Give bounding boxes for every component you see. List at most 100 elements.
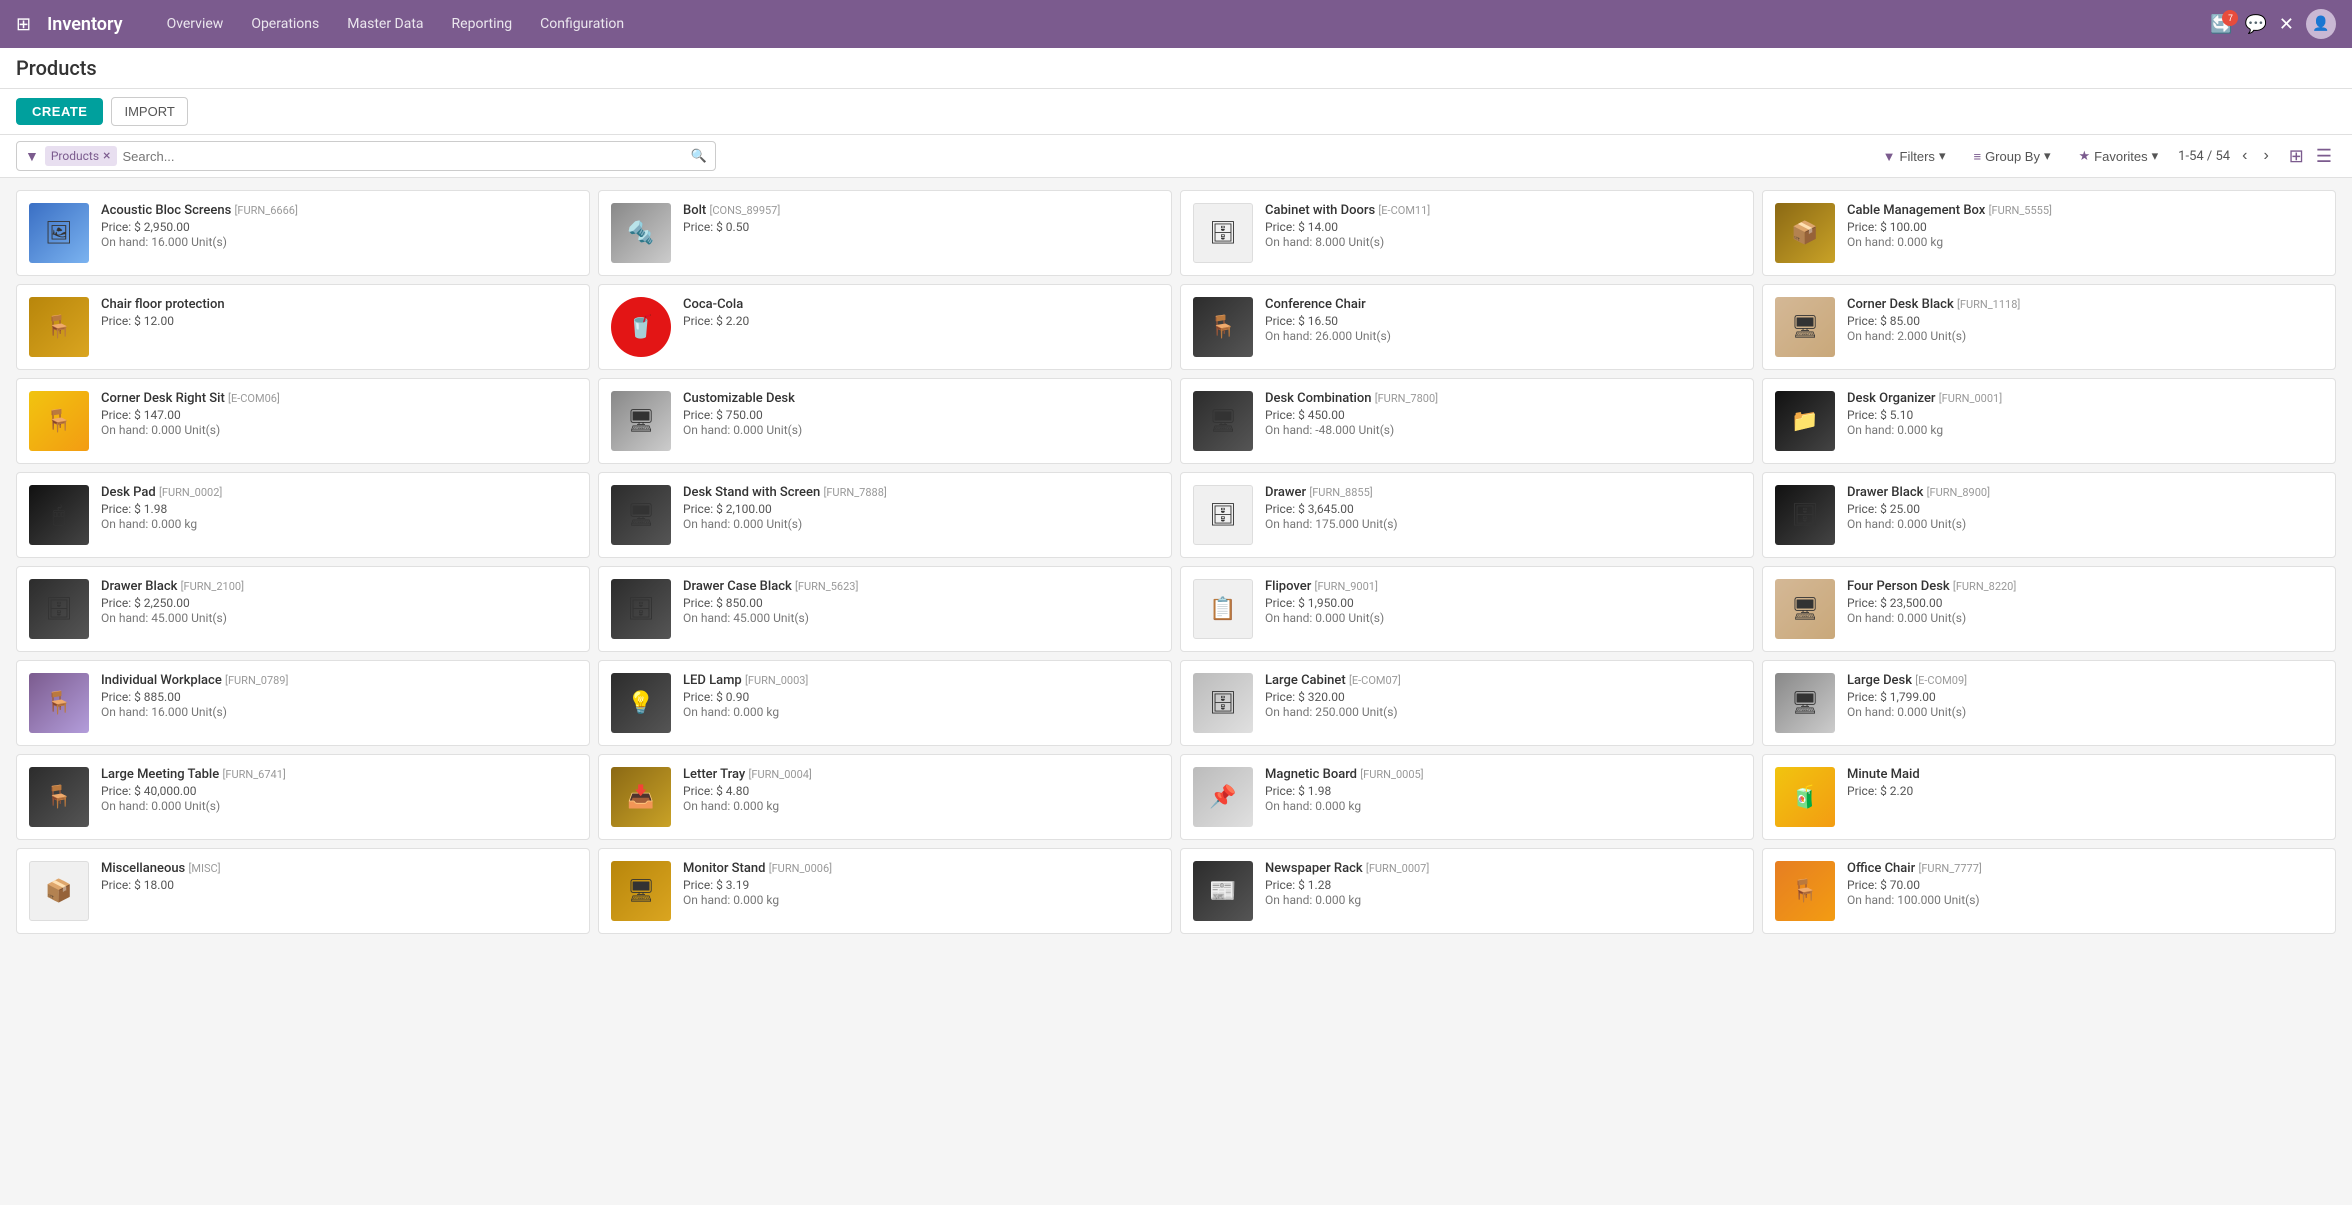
search-tag[interactable]: Products ×: [45, 146, 117, 166]
product-code: [FURN_8855]: [1309, 486, 1372, 499]
product-price: Price: $ 885.00: [101, 690, 577, 704]
product-card[interactable]: 💡 LED Lamp [FURN_0003] Price: $ 0.90 On …: [598, 660, 1172, 746]
filters-chevron: ▾: [1939, 148, 1946, 164]
product-card[interactable]: 🖥 Desk Combination [FURN_7800] Price: $ …: [1180, 378, 1754, 464]
product-stock: On hand: 0.000 kg: [1265, 799, 1741, 813]
product-thumbnail: 🪑: [29, 673, 89, 733]
kanban-view-button[interactable]: ⊞: [2285, 144, 2308, 169]
product-card[interactable]: 🗄 Cabinet with Doors [E-COM11] Price: $ …: [1180, 190, 1754, 276]
user-avatar[interactable]: 👤: [2306, 9, 2336, 39]
product-card[interactable]: 📦 Miscellaneous [MISC] Price: $ 18.00: [16, 848, 590, 934]
product-card[interactable]: 🪑 Conference Chair Price: $ 16.50 On han…: [1180, 284, 1754, 370]
product-stock: On hand: 0.000 Unit(s): [683, 517, 1159, 531]
close-button[interactable]: ✕: [2279, 14, 2294, 35]
toolbar: CREATE IMPORT: [0, 89, 2352, 135]
product-card[interactable]: 🗄 Large Cabinet [E-COM07] Price: $ 320.0…: [1180, 660, 1754, 746]
product-card[interactable]: 🧃 Minute Maid Price: $ 2.20: [1762, 754, 2336, 840]
product-info: Large Cabinet [E-COM07] Price: $ 320.00 …: [1265, 673, 1741, 719]
product-card[interactable]: 🖥 Large Desk [E-COM09] Price: $ 1,799.00…: [1762, 660, 2336, 746]
product-card[interactable]: 🔩 Bolt [CONS_89957] Price: $ 0.50: [598, 190, 1172, 276]
product-code: [FURN_2100]: [181, 580, 244, 593]
product-card[interactable]: 📦 Cable Management Box [FURN_5555] Price…: [1762, 190, 2336, 276]
product-card[interactable]: 🪑 Office Chair [FURN_7777] Price: $ 70.0…: [1762, 848, 2336, 934]
product-info: Office Chair [FURN_7777] Price: $ 70.00 …: [1847, 861, 2323, 907]
nav-operations[interactable]: Operations: [239, 12, 331, 36]
filters-button[interactable]: ▼ Filters ▾: [1875, 144, 1954, 168]
product-info: Large Desk [E-COM09] Price: $ 1,799.00 O…: [1847, 673, 2323, 719]
product-card[interactable]: 🗄 Drawer Case Black [FURN_5623] Price: $…: [598, 566, 1172, 652]
nav-configuration[interactable]: Configuration: [528, 12, 636, 36]
nav-master-data[interactable]: Master Data: [335, 12, 435, 36]
product-price: Price: $ 2,250.00: [101, 596, 577, 610]
product-thumbnail: 🗄: [29, 579, 89, 639]
product-code: [FURN_0003]: [745, 674, 808, 687]
product-code: [FURN_7888]: [823, 486, 886, 499]
product-price: Price: $ 0.90: [683, 690, 1159, 704]
product-card[interactable]: 📰 Newspaper Rack [FURN_0007] Price: $ 1.…: [1180, 848, 1754, 934]
product-price: Price: $ 25.00: [1847, 502, 2323, 516]
product-name: Desk Organizer [FURN_0001]: [1847, 391, 2323, 406]
product-info: Corner Desk Right Sit [E-COM06] Price: $…: [101, 391, 577, 437]
product-card[interactable]: 🗄 Drawer [FURN_8855] Price: $ 3,645.00 O…: [1180, 472, 1754, 558]
product-card[interactable]: 📌 Magnetic Board [FURN_0005] Price: $ 1.…: [1180, 754, 1754, 840]
product-card[interactable]: 🖥 Customizable Desk Price: $ 750.00 On h…: [598, 378, 1172, 464]
product-stock: On hand: 45.000 Unit(s): [683, 611, 1159, 625]
product-card[interactable]: 🥤 Coca-Cola Price: $ 2.20: [598, 284, 1172, 370]
product-card[interactable]: 🪑 Individual Workplace [FURN_0789] Price…: [16, 660, 590, 746]
product-price: Price: $ 2.20: [1847, 784, 2323, 798]
product-card[interactable]: 🗄 Drawer Black [FURN_2100] Price: $ 2,25…: [16, 566, 590, 652]
favorites-button[interactable]: ★ Favorites ▾: [2071, 144, 2167, 168]
product-stock: On hand: 0.000 Unit(s): [1847, 705, 2323, 719]
nav-overview[interactable]: Overview: [155, 12, 236, 36]
product-info: Customizable Desk Price: $ 750.00 On han…: [683, 391, 1159, 437]
product-thumbnail: 🪑: [29, 297, 89, 357]
product-card[interactable]: 🗄 Drawer Black [FURN_8900] Price: $ 25.0…: [1762, 472, 2336, 558]
product-code: [FURN_0002]: [159, 486, 222, 499]
search-magnifier-icon[interactable]: 🔍: [691, 149, 707, 164]
product-thumbnail: 📦: [1775, 203, 1835, 263]
product-card[interactable]: 🖥 Four Person Desk [FURN_8220] Price: $ …: [1762, 566, 2336, 652]
product-card[interactable]: 🖥 Monitor Stand [FURN_0006] Price: $ 3.1…: [598, 848, 1172, 934]
product-card[interactable]: 🖥 Corner Desk Black [FURN_1118] Price: $…: [1762, 284, 2336, 370]
product-stock: On hand: 45.000 Unit(s): [101, 611, 577, 625]
product-stock: On hand: 0.000 Unit(s): [101, 423, 577, 437]
group-by-button[interactable]: ≡ Group By ▾: [1965, 144, 2058, 168]
product-card[interactable]: 📁 Desk Organizer [FURN_0001] Price: $ 5.…: [1762, 378, 2336, 464]
product-thumbnail: 🖼: [29, 203, 89, 263]
product-code: [FURN_6666]: [235, 204, 298, 217]
product-card[interactable]: 📥 Letter Tray [FURN_0004] Price: $ 4.80 …: [598, 754, 1172, 840]
product-name: Monitor Stand [FURN_0006]: [683, 861, 1159, 876]
chat-button[interactable]: 💬: [2244, 14, 2266, 35]
product-card[interactable]: 🖥 Desk Stand with Screen [FURN_7888] Pri…: [598, 472, 1172, 558]
product-card[interactable]: 🪑 Chair floor protection Price: $ 12.00: [16, 284, 590, 370]
search-tag-remove[interactable]: ×: [103, 148, 110, 164]
filter-icon: ▼: [1883, 149, 1896, 164]
product-stock: On hand: 16.000 Unit(s): [101, 235, 577, 249]
product-name: Bolt [CONS_89957]: [683, 203, 1159, 218]
prev-page-button[interactable]: ‹: [2238, 145, 2251, 167]
product-name: Flipover [FURN_9001]: [1265, 579, 1741, 594]
grid-menu-icon[interactable]: ⊞: [16, 14, 31, 35]
product-card[interactable]: 🪑 Large Meeting Table [FURN_6741] Price:…: [16, 754, 590, 840]
list-view-button[interactable]: ☰: [2312, 144, 2336, 169]
product-thumbnail: 🪑: [1193, 297, 1253, 357]
next-page-button[interactable]: ›: [2259, 145, 2272, 167]
product-code: [E-COM11]: [1378, 204, 1430, 217]
product-thumbnail: 🪑: [29, 391, 89, 451]
product-price: Price: $ 70.00: [1847, 878, 2323, 892]
product-price: Price: $ 3,645.00: [1265, 502, 1741, 516]
import-button[interactable]: IMPORT: [111, 97, 187, 126]
create-button[interactable]: CREATE: [16, 98, 103, 125]
product-card[interactable]: 🪑 Corner Desk Right Sit [E-COM06] Price:…: [16, 378, 590, 464]
product-card[interactable]: 🖱 Desk Pad [FURN_0002] Price: $ 1.98 On …: [16, 472, 590, 558]
product-info: Miscellaneous [MISC] Price: $ 18.00: [101, 861, 577, 893]
product-price: Price: $ 1.98: [101, 502, 577, 516]
product-thumbnail: 🗄: [1193, 673, 1253, 733]
product-card[interactable]: 📋 Flipover [FURN_9001] Price: $ 1,950.00…: [1180, 566, 1754, 652]
notifications-button[interactable]: 🔄 7: [2210, 14, 2232, 35]
search-input[interactable]: [123, 149, 685, 164]
nav-reporting[interactable]: Reporting: [440, 12, 525, 36]
product-price: Price: $ 2.20: [683, 314, 1159, 328]
product-code: [MISC]: [188, 862, 220, 875]
product-card[interactable]: 🖼 Acoustic Bloc Screens [FURN_6666] Pric…: [16, 190, 590, 276]
